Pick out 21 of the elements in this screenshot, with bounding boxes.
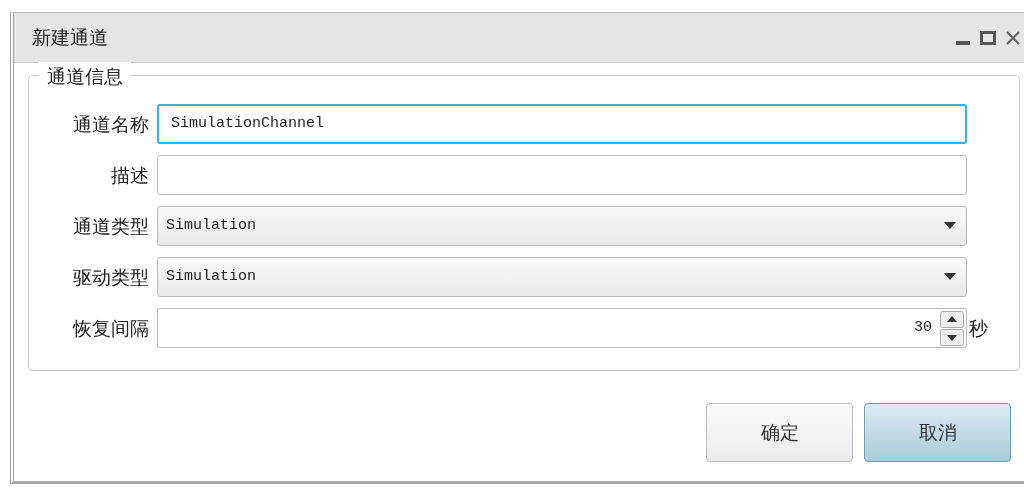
maximize-icon[interactable]	[980, 30, 996, 45]
dropdown-arrow-icon	[944, 273, 956, 281]
dropdown-arrow-icon	[944, 222, 956, 230]
minimize-icon[interactable]	[956, 40, 970, 45]
spin-up-button[interactable]	[940, 310, 964, 328]
field-label: 驱动类型	[72, 264, 150, 290]
window-title: 新建通道	[32, 25, 108, 51]
field-label: 通道名称	[72, 111, 150, 137]
dialog-button[interactable]: 确定	[706, 403, 853, 462]
unit-label: 秒	[969, 315, 989, 341]
dialog-button[interactable]: 取消	[864, 403, 1011, 462]
dropdown[interactable]: Simulation	[157, 257, 967, 297]
field-label: 恢复间隔	[71, 315, 150, 341]
spin-down-button[interactable]	[940, 328, 964, 346]
text-field[interactable]: SimulationChannel	[157, 104, 967, 144]
text-field[interactable]	[157, 155, 967, 195]
dropdown[interactable]: Simulation	[157, 206, 967, 246]
number-spinner[interactable]: 30	[157, 308, 967, 348]
field-label: 通道类型	[72, 213, 150, 239]
close-icon[interactable]	[1006, 30, 1020, 45]
field-label: 描述	[110, 162, 150, 188]
